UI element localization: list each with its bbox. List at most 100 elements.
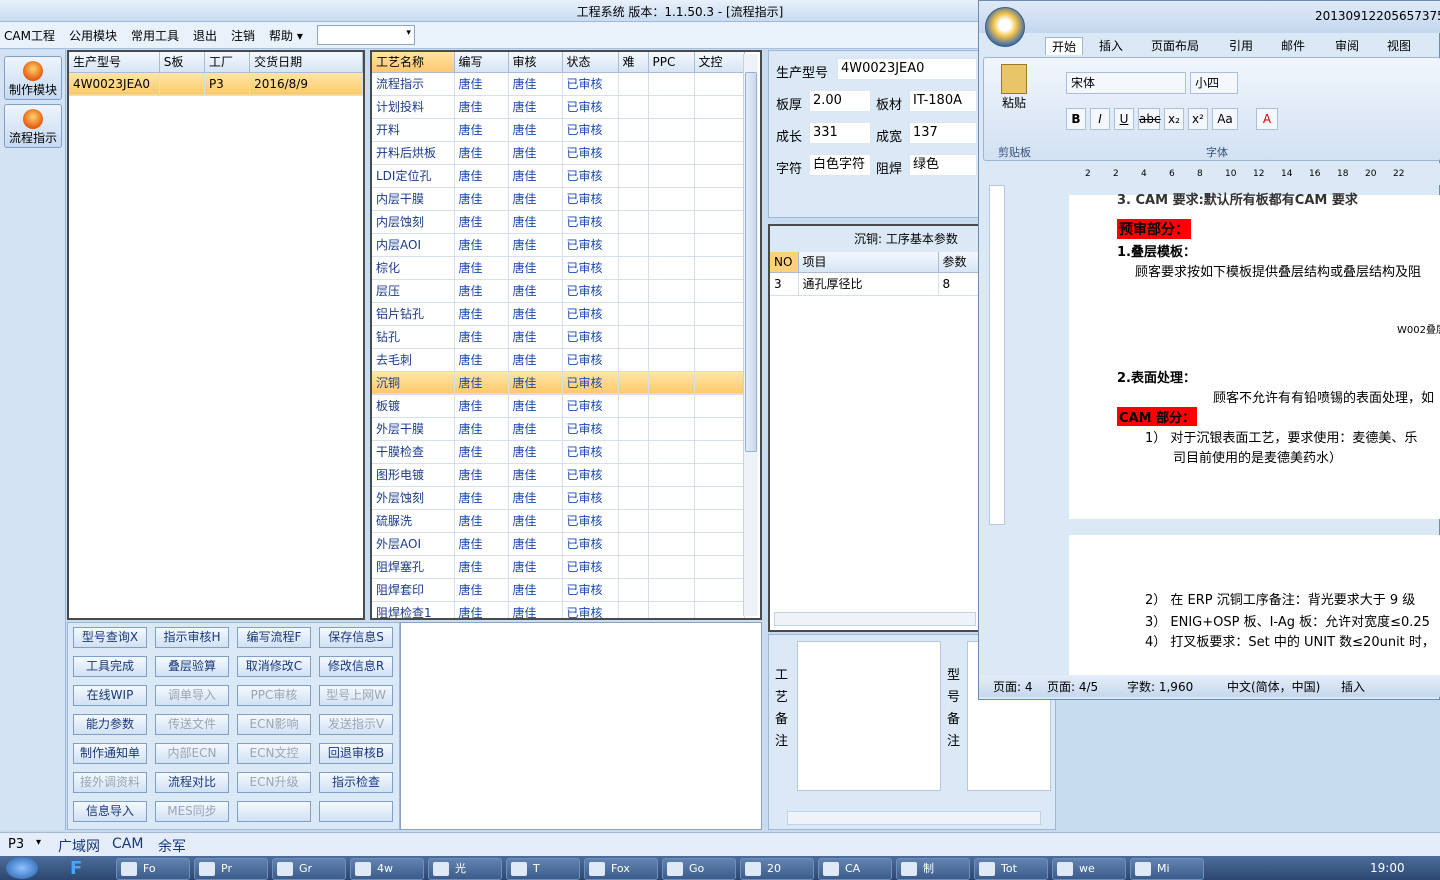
col-model[interactable]: 生产型号 [69,52,160,73]
word-tab-mailings[interactable]: 邮件 [1281,37,1305,54]
taskbar-item[interactable]: Gr [272,858,346,880]
paste-button[interactable]: 粘贴 [994,64,1034,128]
func-button-5-0[interactable]: 接外调资料 [73,772,147,793]
office-button-icon[interactable] [985,7,1025,47]
taskbar-item[interactable]: Mi [1130,858,1204,880]
underline-button[interactable]: U [1114,108,1134,130]
process-col-4[interactable]: 难 [618,52,649,73]
notes-hscroll[interactable] [787,811,1041,825]
table-row[interactable]: 干膜检查 唐佳 唐佳 已审核 [372,440,745,464]
table-row[interactable]: 流程指示 唐佳 唐佳 已审核 [372,72,745,96]
col-factory[interactable]: 工厂 [204,52,251,73]
table-row[interactable]: 计划投料 唐佳 唐佳 已审核 [372,95,745,119]
factory-select[interactable]: P3 [8,837,24,852]
process-col-5[interactable]: PPC [648,52,695,73]
taskbar-item[interactable]: we [1052,858,1126,880]
table-row[interactable]: 外层干膜 唐佳 唐佳 已审核 [372,417,745,441]
func-button-4-2[interactable]: ECN文控 [237,743,311,764]
word-tab-references[interactable]: 引用 [1229,37,1253,54]
word-tab-view[interactable]: 视图 [1387,37,1411,54]
table-row[interactable]: 外层蚀刻 唐佳 唐佳 已审核 [372,486,745,510]
table-row[interactable]: 3 通孔厚径比 8 [770,272,979,296]
func-button-3-1[interactable]: 传送文件 [155,714,229,735]
func-button-2-0[interactable]: 在线WIP [73,685,147,706]
menu-logout[interactable]: 注销 [231,27,255,44]
word-tab-insert[interactable]: 插入 [1099,37,1123,54]
width-field[interactable]: 137 [909,122,977,144]
func-button-2-3[interactable]: 型号上网W [319,685,393,706]
func-button-5-3[interactable]: 指示检查 [319,772,393,793]
table-row[interactable]: 铝片钻孔 唐佳 唐佳 已审核 [372,302,745,326]
col-date[interactable]: 交货日期 [249,52,363,73]
menu-exit[interactable]: 退出 [193,27,217,44]
func-button-6-3[interactable] [319,801,393,822]
table-row[interactable]: 层压 唐佳 唐佳 已审核 [372,279,745,303]
table-row[interactable]: 4W0023JEA0 P3 2016/8/9 [69,72,363,96]
taskbar-item[interactable]: T [506,858,580,880]
process-col-0[interactable]: 工艺名称 [372,52,455,73]
italic-button[interactable]: I [1090,108,1110,130]
char-field[interactable]: 白色字符 [809,154,871,176]
func-button-3-3[interactable]: 发送指示V [319,714,393,735]
table-row[interactable]: 沉铜 唐佳 唐佳 已审核 [372,371,745,395]
taskbar-item[interactable]: 光 [428,858,502,880]
flow-indicator-button[interactable]: 流程指示 [4,104,62,148]
func-button-1-3[interactable]: 修改信息R [319,656,393,677]
func-button-4-3[interactable]: 回退审核B [319,743,393,764]
foxmail-icon[interactable]: F [70,858,104,880]
table-row[interactable]: 阻焊套印 唐佳 唐佳 已审核 [372,578,745,602]
taskbar-item[interactable]: Fox [584,858,658,880]
start-button[interactable] [6,857,38,879]
mask-field[interactable]: 绿色 [909,154,977,176]
process-col-2[interactable]: 审核 [508,52,563,73]
process-note-field[interactable] [797,641,941,791]
menu-help[interactable]: 帮助 ▾ [269,27,303,44]
tab-user[interactable]: 余军 [158,836,186,856]
func-button-1-2[interactable]: 取消修改C [237,656,311,677]
change-case-button[interactable]: Aa [1212,108,1238,130]
func-button-2-1[interactable]: 调单导入 [155,685,229,706]
font-size-select[interactable]: 小四 [1190,72,1238,94]
table-row[interactable]: LDI定位孔 唐佳 唐佳 已审核 [372,164,745,188]
menu-tools[interactable]: 常用工具 [131,27,179,44]
func-button-6-1[interactable]: MES同步 [155,801,229,822]
font-color-button[interactable]: A [1256,108,1278,130]
taskbar-item[interactable]: Tot [974,858,1048,880]
table-row[interactable]: 棕化 唐佳 唐佳 已审核 [372,256,745,280]
table-row[interactable]: 开料后烘板 唐佳 唐佳 已审核 [372,141,745,165]
taskbar-item[interactable]: CA [818,858,892,880]
word-tab-review[interactable]: 审阅 [1335,37,1359,54]
func-button-2-2[interactable]: PPC审核 [237,685,311,706]
table-row[interactable]: 钻孔 唐佳 唐佳 已审核 [372,325,745,349]
func-button-3-0[interactable]: 能力参数 [73,714,147,735]
func-button-0-1[interactable]: 指示审核H [155,627,229,648]
strikethrough-button[interactable]: abc [1138,108,1161,130]
table-row[interactable]: 板镀 唐佳 唐佳 已审核 [372,394,745,418]
table-row[interactable]: 内层AOI 唐佳 唐佳 已审核 [372,233,745,257]
params-hscroll[interactable] [774,612,976,626]
bold-button[interactable]: B [1066,108,1086,130]
table-row[interactable]: 内层蚀刻 唐佳 唐佳 已审核 [372,210,745,234]
taskbar-item[interactable]: 20 [740,858,814,880]
table-row[interactable]: 阻焊塞孔 唐佳 唐佳 已审核 [372,555,745,579]
tab-cam[interactable]: CAM [112,836,143,852]
chevron-down-icon[interactable]: ▾ [36,837,41,848]
word-tab-layout[interactable]: 页面布局 [1151,37,1199,54]
menu-combo[interactable] [316,25,415,45]
process-col-6[interactable]: 文控 [694,52,745,73]
length-field[interactable]: 331 [809,122,871,144]
taskbar-item[interactable]: Fo [116,858,190,880]
taskbar-item[interactable]: 4w [350,858,424,880]
table-row[interactable]: 外层AOI 唐佳 唐佳 已审核 [372,532,745,556]
table-row[interactable]: 硫脲洗 唐佳 唐佳 已审核 [372,509,745,533]
func-button-1-0[interactable]: 工具完成 [73,656,147,677]
scroll-thumb[interactable] [745,72,757,452]
col-s[interactable]: S板 [159,52,205,73]
superscript-button[interactable]: x² [1188,108,1208,130]
model-field[interactable]: 4W0023JEA0 [837,58,977,80]
func-button-5-2[interactable]: ECN升级 [237,772,311,793]
func-button-1-1[interactable]: 叠层验算 [155,656,229,677]
tab-wan[interactable]: 广域网 [58,836,100,856]
thickness-field[interactable]: 2.00 [809,90,871,112]
table-row[interactable]: 阻焊检查1 唐佳 唐佳 已审核 [372,601,745,618]
